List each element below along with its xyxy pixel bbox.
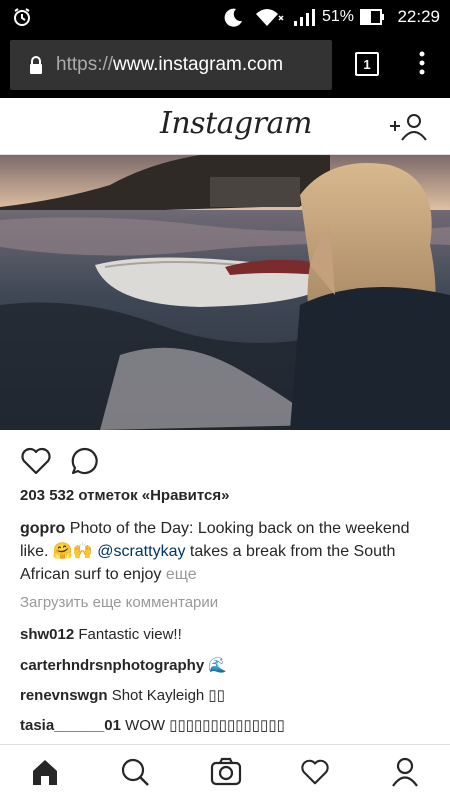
comment-username[interactable]: tasia______01: [20, 717, 121, 734]
comment-item: shw012 Fantastic view!!: [20, 626, 182, 643]
status-bar: 51% 22:29: [0, 0, 450, 34]
moon-icon: [222, 0, 244, 34]
caption-username[interactable]: gopro: [20, 520, 65, 537]
url-host: www.instagram.com: [113, 54, 284, 75]
signal-icon: [292, 0, 320, 34]
comment-icon[interactable]: [70, 446, 100, 481]
post-photo[interactable]: [0, 155, 450, 430]
home-icon[interactable]: [30, 757, 60, 792]
lock-icon: [24, 53, 48, 77]
url-scheme: https://: [56, 54, 114, 75]
caption-more-link[interactable]: еще: [166, 566, 197, 583]
load-more-comments-link[interactable]: Загрузить еще комментарии: [20, 594, 218, 611]
caption-mention-link[interactable]: @scrattykay: [97, 543, 185, 560]
clock: 22:29: [397, 7, 440, 26]
comment-item: renevnswgn Shot Kayleigh ▯▯: [20, 686, 225, 704]
comment-username[interactable]: shw012: [20, 626, 74, 643]
comment-username[interactable]: carterhndrsnphotography: [20, 657, 204, 674]
address-bar[interactable]: https://www.instagram.com: [10, 40, 332, 90]
post-caption: gopro Photo of the Day: Looking back on …: [20, 517, 430, 586]
comment-username[interactable]: renevnswgn: [20, 687, 108, 704]
battery-icon: [360, 0, 386, 34]
activity-heart-icon[interactable]: [300, 757, 330, 792]
surf-photo-illustration: [0, 155, 450, 430]
wifi-icon: [254, 0, 284, 34]
url-text: https://www.instagram.com: [56, 54, 283, 76]
comment-item: tasia______01 WOW ▯▯▯▯▯▯▯▯▯▯▯▯▯▯: [20, 716, 285, 734]
caption-emoji: 🤗🙌: [52, 543, 93, 560]
tab-switcher-button[interactable]: 1: [355, 52, 379, 76]
overflow-menu-icon[interactable]: [412, 48, 432, 78]
profile-icon[interactable]: [390, 757, 420, 792]
battery-percent: 51%: [321, 8, 354, 25]
comment-text: Fantastic view!!: [78, 626, 182, 643]
instagram-logo[interactable]: Instagram: [160, 106, 312, 141]
add-user-icon[interactable]: [388, 112, 432, 142]
like-heart-icon[interactable]: [20, 446, 52, 481]
camera-icon[interactable]: [210, 757, 242, 792]
comment-text: WOW ▯▯▯▯▯▯▯▯▯▯▯▯▯▯: [125, 717, 285, 734]
comment-text: 🌊: [208, 657, 228, 674]
post-actions: [0, 440, 450, 484]
comment-item: carterhndrsnphotography 🌊: [20, 656, 227, 674]
bottom-navigation: [0, 744, 450, 801]
search-icon[interactable]: [120, 757, 150, 792]
browser-toolbar: https://www.instagram.com 1: [0, 34, 450, 98]
app-header: Instagram: [0, 98, 450, 155]
likes-count[interactable]: 203 532 отметок «Нравится»: [20, 487, 229, 504]
alarm-icon: [12, 0, 32, 34]
comment-text: Shot Kayleigh ▯▯: [111, 687, 225, 704]
